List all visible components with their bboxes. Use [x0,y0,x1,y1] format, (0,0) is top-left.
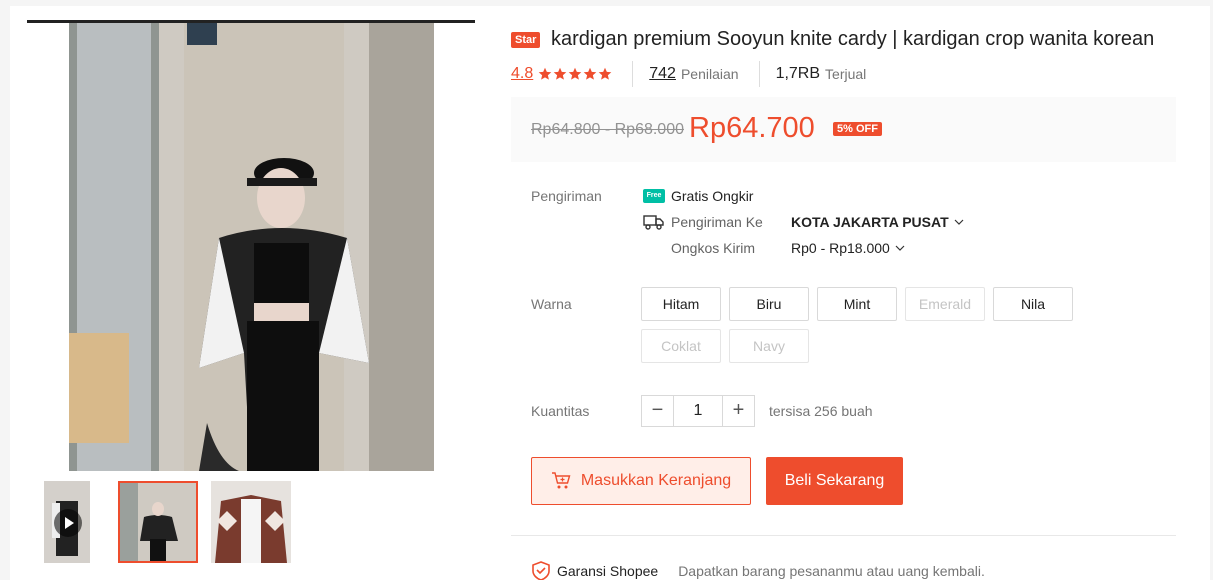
variant-option-hitam[interactable]: Hitam [641,287,721,321]
stats-divider [632,61,634,87]
thumbnail-3[interactable] [211,481,291,563]
quantity-decrease-button[interactable]: − [642,396,673,426]
shipping-cost-label: Ongkos Kirim [671,240,756,256]
shipping-to-row: Pengiriman Ke KOTA JAKARTA PUSAT [643,213,964,231]
cart-icon [551,472,571,489]
shipping-destination[interactable]: KOTA JAKARTA PUSAT [791,214,949,230]
buy-now-button[interactable]: Beli Sekarang [766,457,903,505]
star-icon [553,67,567,80]
guarantee-row: Garansi Shopee Dapatkan barang pesananmu… [531,561,985,580]
shipping-to-label: Pengiriman Ke [671,214,763,230]
variant-option-biru[interactable]: Biru [729,287,809,321]
star-icon [598,67,612,80]
shield-icon [532,561,550,580]
quantity-stepper: − 1 + [641,395,755,427]
variant-option-nila[interactable]: Nila [993,287,1073,321]
sold-count: 1,7RB [775,65,821,82]
stock-remaining: tersisa 256 buah [769,403,873,419]
play-icon [54,509,82,537]
shipping-cost-value[interactable]: Rp0 - Rp18.000 [791,240,890,256]
variant-option-coklat: Coklat [641,329,721,363]
sold-label: Terjual [825,66,867,82]
star-icon [538,67,552,80]
reviews-count[interactable]: 742 [649,65,676,83]
variant-option-emerald: Emerald [905,287,985,321]
rating-value[interactable]: 4.8 [511,65,533,83]
star-seller-badge: Star [511,32,541,48]
current-price: Rp64.700 [689,112,815,144]
quantity-label: Kuantitas [531,403,590,419]
variant-option-mint[interactable]: Mint [817,287,897,321]
reviews-label: Penilaian [680,66,739,82]
star-icon [583,67,597,80]
quantity-input[interactable]: 1 [673,396,723,426]
variant-label: Warna [531,296,572,312]
guarantee-title: Garansi Shopee [557,563,659,579]
add-to-cart-label: Masukkan Keranjang [580,472,732,489]
shipping-cost-row: Ongkos Kirim Rp0 - Rp18.000 [671,240,905,256]
stats-divider [758,61,760,87]
chevron-down-icon[interactable] [954,217,964,227]
variant-option-navy: Navy [729,329,809,363]
shipping-label: Pengiriman [531,188,602,204]
free-shipping-icon: Free [643,189,665,203]
rating-stars [538,67,612,81]
main-product-image[interactable] [69,23,434,471]
star-icon [568,67,582,80]
truck-icon [643,215,664,230]
free-shipping-text: Gratis Ongkir [671,188,754,204]
product-title: kardigan premium Sooyun knite cardy | ka… [551,28,1155,50]
product-stats: 4.8 742 Penilaian 1,7RB Terjual [511,60,886,88]
chevron-down-icon[interactable] [895,243,905,253]
section-divider [511,535,1176,536]
free-shipping-row: Free Gratis Ongkir [643,188,753,204]
quantity-increase-button[interactable]: + [723,396,754,426]
guarantee-description: Dapatkan barang pesananmu atau uang kemb… [678,563,985,579]
discount-badge: 5% OFF [833,122,882,136]
original-price: Rp64.800 - Rp68.000 [531,121,684,138]
thumbnail-selected[interactable] [118,481,198,563]
add-to-cart-button[interactable]: Masukkan Keranjang [531,457,751,505]
thumbnail-video[interactable] [44,481,90,563]
price-section: Rp64.800 - Rp68.000 Rp64.700 5% OFF [511,97,1176,162]
